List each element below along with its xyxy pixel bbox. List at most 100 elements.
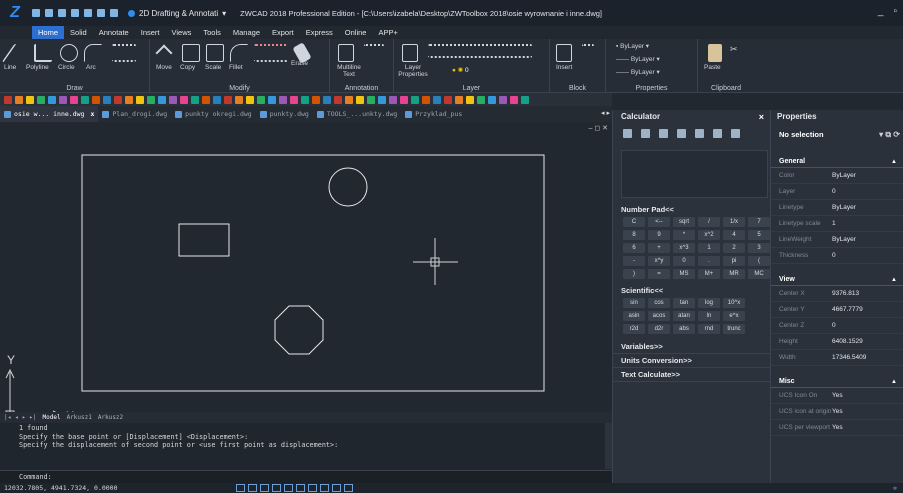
tab-scroll-arrows[interactable]: ◂ ▸ bbox=[601, 109, 610, 117]
toolbar-tool-icon[interactable] bbox=[356, 95, 364, 104]
multiline-text-icon[interactable] bbox=[338, 44, 354, 62]
calc-sci-key[interactable]: r2d bbox=[623, 324, 645, 334]
general-section-header[interactable]: General ▲ bbox=[771, 156, 903, 168]
polyline-icon[interactable] bbox=[34, 44, 52, 62]
toolbar-tool-icon[interactable] bbox=[466, 95, 474, 104]
small-rectangle[interactable] bbox=[178, 223, 230, 257]
lineweight-toggle-icon[interactable] bbox=[332, 484, 341, 492]
scale-button[interactable]: Scale bbox=[205, 64, 221, 71]
misc-section-header[interactable]: Misc ▲ bbox=[771, 376, 903, 388]
property-row[interactable]: Color ByLayer bbox=[771, 168, 903, 184]
command-line[interactable]: Command: bbox=[0, 470, 612, 483]
menu-tab-solid[interactable]: Solid bbox=[64, 26, 93, 39]
menu-tab-insert[interactable]: Insert bbox=[135, 26, 166, 39]
calc-key[interactable]: 1 bbox=[698, 243, 720, 253]
toolbar-tool-icon[interactable] bbox=[367, 95, 375, 104]
calc-key[interactable]: sqrt bbox=[673, 217, 695, 227]
lineweight-dropdown[interactable]: —— ByLayer ▾ bbox=[616, 68, 660, 76]
toolbar-tool-icon[interactable] bbox=[444, 95, 452, 104]
calc-key[interactable]: / bbox=[698, 217, 720, 227]
layout-nav-icon[interactable]: |◂ ◂ ▸ ▸| bbox=[4, 414, 37, 421]
layout-tab-arkusz2[interactable]: Arkusz2 bbox=[98, 414, 123, 421]
toolbar-tool-icon[interactable] bbox=[125, 95, 133, 104]
layout-tab-model[interactable]: Model bbox=[43, 414, 61, 421]
toolbar-tool-icon[interactable] bbox=[202, 95, 210, 104]
toolbar-tool-icon[interactable] bbox=[378, 95, 386, 104]
calc-key[interactable]: + bbox=[648, 243, 670, 253]
menu-tab-express[interactable]: Express bbox=[300, 26, 339, 39]
quick-select-icon[interactable]: ▾ ⧉ ⟳ bbox=[879, 124, 900, 146]
toolbar-tool-icon[interactable] bbox=[136, 95, 144, 104]
toolbar-tool-icon[interactable] bbox=[169, 95, 177, 104]
document-tab[interactable]: Przyklad_pus bbox=[401, 106, 466, 122]
minimize-icon[interactable]: _ bbox=[878, 6, 884, 17]
calc-key[interactable]: x^y bbox=[648, 256, 670, 266]
toolbar-tool-icon[interactable] bbox=[477, 95, 485, 104]
app-logo[interactable]: Z bbox=[4, 2, 26, 24]
toolbar-tool-icon[interactable] bbox=[15, 95, 23, 104]
calc-sci-key[interactable]: cos bbox=[648, 298, 670, 308]
calc-key[interactable]: 6 bbox=[623, 243, 645, 253]
modify-more-icon[interactable] bbox=[254, 44, 288, 62]
dimension-icon[interactable] bbox=[364, 44, 384, 62]
intersection-icon[interactable] bbox=[713, 128, 722, 138]
polyline-button[interactable]: Polyline bbox=[26, 64, 49, 71]
line-button[interactable]: Line bbox=[4, 64, 16, 71]
selection-dropdown[interactable]: No selection ▾ ⧉ ⟳ bbox=[771, 124, 903, 146]
toolbar-tool-icon[interactable] bbox=[26, 95, 34, 104]
ortho-toggle-icon[interactable] bbox=[260, 484, 269, 492]
command-scrollbar[interactable] bbox=[605, 423, 612, 469]
calc-key[interactable]: 5 bbox=[748, 230, 770, 240]
toolbar-tool-icon[interactable] bbox=[191, 95, 199, 104]
get-coordinates-icon[interactable] bbox=[659, 128, 668, 138]
calc-key[interactable]: x^3 bbox=[673, 243, 695, 253]
document-tab[interactable]: Plan_drogi.dwg bbox=[98, 106, 171, 122]
toolbar-tool-icon[interactable] bbox=[499, 95, 507, 104]
document-tab[interactable]: TOOLS_...unkty.dwg bbox=[313, 106, 401, 122]
history-clear-icon[interactable] bbox=[641, 128, 650, 138]
calc-sci-key[interactable]: abs bbox=[673, 324, 695, 334]
calc-key[interactable]: 7 bbox=[748, 217, 770, 227]
calc-key[interactable]: 3 bbox=[748, 243, 770, 253]
distance-icon[interactable] bbox=[677, 128, 686, 138]
move-button[interactable]: Move bbox=[156, 64, 172, 71]
menu-tab-annotate[interactable]: Annotate bbox=[93, 26, 135, 39]
toolbar-tool-icon[interactable] bbox=[59, 95, 67, 104]
fillet-icon[interactable] bbox=[230, 44, 248, 62]
property-row[interactable]: Center Y 4667.7779 bbox=[771, 302, 903, 318]
property-row[interactable]: Height 6408.1529 bbox=[771, 334, 903, 350]
copy-icon[interactable] bbox=[182, 44, 200, 62]
scale-icon[interactable] bbox=[206, 44, 224, 62]
calc-key[interactable]: ( bbox=[748, 256, 770, 266]
scientific-header[interactable]: Scientific<< bbox=[613, 286, 770, 296]
toolbar-tool-icon[interactable] bbox=[48, 95, 56, 104]
toolbar-tool-icon[interactable] bbox=[70, 95, 78, 104]
document-tab[interactable]: punkty.dwg bbox=[256, 106, 313, 122]
layer-dropdown[interactable]: ● ✺ 0 bbox=[452, 66, 469, 74]
color-dropdown[interactable]: ▪ ByLayer ▾ bbox=[616, 42, 649, 50]
toolbar-tool-icon[interactable] bbox=[301, 95, 309, 104]
line-icon[interactable] bbox=[1, 44, 33, 62]
toolbar-tool-icon[interactable] bbox=[158, 95, 166, 104]
property-row[interactable]: Width 17346.5409 bbox=[771, 350, 903, 366]
view-section-header[interactable]: View ▲ bbox=[771, 274, 903, 286]
calc-key[interactable]: MR bbox=[723, 269, 745, 279]
menu-tab-app[interactable]: APP+ bbox=[372, 26, 403, 39]
paste-icon[interactable] bbox=[708, 44, 722, 62]
undo-icon[interactable] bbox=[97, 9, 105, 17]
property-row[interactable]: LineWeight ByLayer bbox=[771, 232, 903, 248]
calc-key[interactable]: 4 bbox=[723, 230, 745, 240]
move-icon[interactable] bbox=[155, 44, 173, 62]
calc-key[interactable]: x^2 bbox=[698, 230, 720, 240]
insert-block-icon[interactable] bbox=[556, 44, 572, 62]
toolbar-tool-icon[interactable] bbox=[455, 95, 463, 104]
new-file-icon[interactable] bbox=[32, 9, 40, 17]
units-conversion-section[interactable]: Units Conversion>> bbox=[613, 354, 770, 368]
toolbar-tool-icon[interactable] bbox=[180, 95, 188, 104]
property-row[interactable]: Linetype scale 1 bbox=[771, 216, 903, 232]
menu-tab-home[interactable]: Home bbox=[32, 26, 65, 39]
arc-button[interactable]: Arc bbox=[86, 64, 96, 71]
document-tab[interactable]: punkty okregi.dwg bbox=[171, 106, 256, 122]
toolbar-tool-icon[interactable] bbox=[235, 95, 243, 104]
toolbar-tool-icon[interactable] bbox=[279, 95, 287, 104]
